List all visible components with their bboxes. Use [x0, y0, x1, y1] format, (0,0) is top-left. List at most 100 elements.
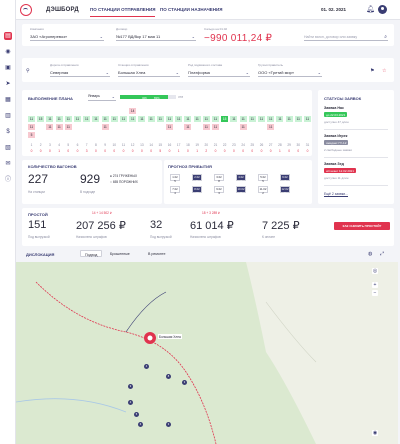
filter-icon[interactable]: ⚲ — [26, 68, 30, 74]
plan-cell: 11 — [258, 116, 265, 122]
plan-progress-pct: 83% — [154, 95, 160, 100]
tab-destination-station[interactable]: ПО СТАНЦИИ НАЗНАЧЕНИЯ — [160, 7, 222, 16]
plan-cell — [194, 108, 201, 114]
plan-cell — [258, 108, 265, 114]
chevron-down-icon: ⌄ — [317, 70, 321, 75]
plan-cell: 11 — [212, 124, 219, 130]
plan-diff: 1 — [196, 149, 198, 153]
map-pin[interactable]: 3 — [182, 380, 187, 385]
status-item[interactable]: Заявка Зед истекает 12.02.2021 доступно 11… — [324, 160, 388, 186]
plan-cell — [65, 108, 72, 114]
status-item[interactable]: Заявка Игрек ожидает ГУ-12 2 свободные зая… — [324, 132, 388, 158]
map-pin[interactable]: 4 — [144, 364, 149, 369]
dep-station-select[interactable]: Большая Хлеа ⌄ — [118, 68, 180, 77]
company-select[interactable]: ЗАО «Агроперевоз» ⌄ — [30, 32, 104, 41]
chevron-down-icon: ⌄ — [245, 70, 249, 75]
map-pin[interactable]: 8 — [166, 374, 171, 379]
plan-diff: 0 — [122, 149, 125, 153]
forecast-cell: 1.02 5 — [170, 174, 180, 183]
plan-cell — [221, 108, 228, 114]
info-icon[interactable]: ⓘ — [4, 176, 12, 184]
status-badge: до 22.03.2021 — [324, 112, 348, 117]
map-tab-repair[interactable]: В ремонте — [144, 250, 169, 257]
plan-diff: 0 — [104, 149, 106, 153]
zoom-in-button[interactable]: + — [372, 282, 378, 288]
plan-cell — [37, 132, 44, 138]
chat-icon[interactable]: ✉ — [4, 160, 12, 168]
plan-cell: 14 — [129, 108, 137, 114]
train-icon[interactable]: ▣ — [4, 64, 12, 72]
plan-cell — [102, 108, 109, 114]
top-bar: ДЭШБОРД ПО СТАНЦИИ ОТПРАВЛЕНИЯ ПО СТАНЦИ… — [16, 0, 400, 20]
consignee-select[interactable]: ООО «Третий мир» ⌄ — [258, 68, 322, 77]
reduce-idle-button[interactable]: КАК СНИЗИТЬ ПРОСТОЙ? — [334, 222, 390, 230]
map-pin-icon[interactable]: ◉ — [4, 48, 12, 56]
status-item[interactable]: Заявка Нас до 22.03.2021 доступно 47 длин — [324, 104, 388, 130]
plan-cell — [138, 108, 145, 114]
tab-departure-station[interactable]: ПО СТАНЦИИ ОТПРАВЛЕНИЯ — [90, 7, 156, 17]
wagons-title: КОЛИЧЕСТВО ВАГОНОВ — [28, 164, 77, 169]
map-pin[interactable]: 4 — [128, 400, 133, 405]
plan-cell — [166, 132, 173, 138]
wagon-type-select[interactable]: Платформа ⌄ — [188, 68, 250, 77]
send-icon[interactable]: ➤ — [4, 80, 12, 88]
map-pin[interactable]: 5 — [134, 412, 139, 417]
forecast-value: 8 — [240, 191, 242, 195]
sidebar: ▤ ◉ ▣ ➤ ▦ ▥ $ ▧ ✉ ⓘ — [0, 0, 16, 444]
forecast-title: ПРОГНОЗ ПРИБЫТИЯ — [168, 164, 212, 169]
map-pin[interactable]: 6 — [138, 422, 143, 427]
plan-cell — [92, 108, 99, 114]
idle-b-count-label: Под выгрузкой — [150, 235, 172, 239]
plan-diff: 0 — [76, 149, 79, 153]
bell-icon[interactable]: 🔔︎ — [366, 6, 375, 13]
plan-diff: 0 — [223, 149, 226, 153]
locate-icon[interactable]: ◎ — [372, 268, 378, 274]
plan-diff: 0 — [67, 149, 70, 153]
plan-cell: 11 — [230, 116, 238, 122]
plan-cell: 11 — [193, 116, 201, 122]
dep-road-select[interactable]: Северная ⌄ — [50, 68, 110, 77]
plan-cell: 11 — [267, 116, 275, 122]
plan-cell: 11 — [166, 116, 173, 122]
station-label: Большая Хлеа — [158, 334, 182, 339]
plan-cell — [203, 132, 210, 138]
plan-cell — [129, 132, 136, 138]
idle-a-count: 151 — [28, 219, 47, 231]
idle-card: ПРОСТОЙ 14 + 14 502 ₽ 151 Под выгрузкой … — [22, 208, 394, 246]
status-sub: доступно 47 длин — [324, 120, 349, 124]
plan-cell — [120, 132, 127, 138]
station-marker-center — [147, 335, 153, 341]
plan-cell: 11 — [285, 116, 293, 122]
plan-cell — [175, 108, 182, 114]
avatar[interactable] — [378, 5, 387, 14]
star-icon[interactable]: ☆ — [382, 68, 386, 74]
pin-icon[interactable]: ⚑ — [370, 68, 374, 74]
doc-list-icon[interactable]: ▥ — [4, 112, 12, 120]
zoom-out-button[interactable]: − — [372, 290, 378, 296]
locate-icon[interactable]: ◉ — [372, 430, 378, 436]
expand-icon[interactable]: ⤢ — [380, 251, 384, 257]
chevron-down-icon: ⌄ — [105, 70, 109, 75]
contract-select[interactable]: №177 ВД/Вкр 17 мая 11 ⌄ — [116, 32, 196, 41]
more-requests-link[interactable]: Ещё 2 заявки... — [324, 192, 348, 196]
plan-cell — [304, 124, 311, 130]
plan-cell — [304, 132, 311, 138]
search-input[interactable]: Найти вагон, договор или заявку ⌕ — [304, 32, 388, 41]
forecast-cell: 5.02 5 — [258, 174, 268, 183]
idle-b-amount-label: Начислено штрафов — [190, 235, 221, 239]
book-icon[interactable]: ▧ — [4, 144, 12, 152]
map-pin[interactable]: 3 — [166, 422, 171, 427]
app-title: ДЭШБОРД — [46, 7, 79, 13]
plan-diff: 1 — [58, 149, 60, 153]
document-icon[interactable]: ▦ — [4, 96, 12, 104]
map-tab-abandoned[interactable]: Брошенные — [106, 250, 134, 257]
dollar-icon[interactable]: $ — [4, 128, 12, 136]
map-pin[interactable]: 9 — [128, 384, 133, 389]
globe-icon[interactable]: ◍ — [368, 251, 372, 257]
map-view[interactable]: Большая Хлеа + − ◎ 4 8 3 9 4 5 6 3 ◉ — [16, 262, 398, 444]
plan-cell — [267, 132, 274, 138]
plan-cell: 11 — [294, 116, 302, 122]
month-select[interactable]: Январь ⌄ — [88, 92, 116, 101]
map-tab-approach[interactable]: Подход — [80, 250, 103, 257]
dashboard-icon[interactable]: ▤ — [4, 32, 12, 40]
